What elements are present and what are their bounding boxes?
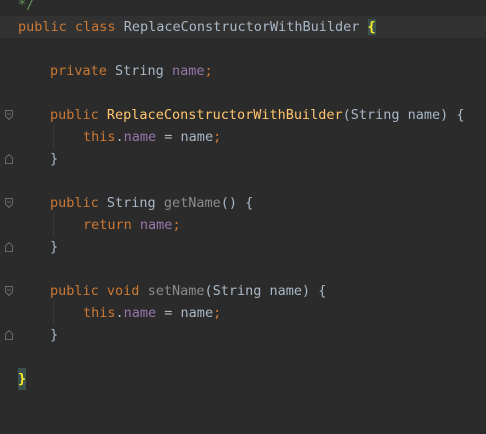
fold-collapse-icon[interactable] xyxy=(5,110,13,120)
type-string: String xyxy=(115,63,164,79)
field-ref: name xyxy=(123,305,157,321)
code-line-constructor[interactable]: public ReplaceConstructorWithBuilder(Str… xyxy=(0,104,486,126)
code-line-comment-end: */ xyxy=(0,0,486,16)
setter-signature: public void setName(String name) { xyxy=(50,283,327,299)
code-line-setter-close[interactable]: } xyxy=(0,324,486,346)
constructor-assignment: this.name = name; xyxy=(83,129,222,145)
getter-signature: public String getName() { xyxy=(50,195,254,211)
field-ref: name xyxy=(123,129,157,145)
fold-end-icon[interactable] xyxy=(5,242,13,252)
matched-open-brace: { xyxy=(367,19,376,35)
code-line-getter-close[interactable]: } xyxy=(0,236,486,258)
constructor-name: ReplaceConstructorWithBuilder xyxy=(106,107,343,123)
indent-guide xyxy=(53,302,54,324)
constructor-params: (String name) { xyxy=(342,107,465,123)
indent-guide xyxy=(53,126,54,148)
getter-close-brace: } xyxy=(50,239,59,255)
keyword-private: private xyxy=(50,63,107,79)
keyword-void: void xyxy=(106,283,140,299)
keyword-return: return xyxy=(83,217,132,233)
keyword-public: public xyxy=(50,195,99,211)
keyword-this: this xyxy=(83,305,116,321)
fold-end-icon[interactable] xyxy=(5,154,13,164)
constructor-signature: public ReplaceConstructorWithBuilder(Str… xyxy=(50,104,465,126)
setter-name: setName xyxy=(147,283,205,299)
indent-guide xyxy=(53,214,54,236)
setter-close-brace: } xyxy=(50,327,59,343)
constructor-close-brace: } xyxy=(50,151,59,167)
class-name: ReplaceConstructorWithBuilder xyxy=(123,19,360,35)
getter-name: getName xyxy=(163,195,221,211)
code-line-constructor-close[interactable]: } xyxy=(0,148,486,170)
code-line-class-declaration[interactable]: public class ReplaceConstructorWithBuild… xyxy=(0,16,486,38)
code-line-getter-body[interactable]: return name; xyxy=(0,214,486,236)
field-ref: name xyxy=(139,217,173,233)
field-name: name xyxy=(171,63,205,79)
code-line-getter[interactable]: public String getName() { xyxy=(0,192,486,214)
keyword-public: public xyxy=(18,19,67,35)
field-declaration: private String name; xyxy=(50,60,213,82)
code-editor[interactable]: */ public class ReplaceConstructorWithBu… xyxy=(0,0,486,400)
keyword-this: this xyxy=(83,129,116,145)
keyword-public: public xyxy=(50,283,99,299)
code-line-field[interactable]: private String name; xyxy=(0,60,486,82)
code-line-setter[interactable]: public void setName(String name) { xyxy=(0,280,486,302)
fold-collapse-icon[interactable] xyxy=(5,198,13,208)
getter-return: return name; xyxy=(83,217,181,233)
semicolon: ; xyxy=(204,63,213,79)
fold-collapse-icon[interactable] xyxy=(5,286,13,296)
keyword-class: class xyxy=(74,19,116,35)
code-line-constructor-body[interactable]: this.name = name; xyxy=(0,126,486,148)
code-line-setter-body[interactable]: this.name = name; xyxy=(0,302,486,324)
comment-end: */ xyxy=(18,0,35,13)
keyword-public: public xyxy=(50,107,99,123)
class-declaration: public class ReplaceConstructorWithBuild… xyxy=(18,16,376,38)
fold-end-icon[interactable] xyxy=(5,330,13,340)
return-type: String xyxy=(106,195,156,211)
setter-assignment: this.name = name; xyxy=(83,305,222,321)
matched-close-brace: } xyxy=(18,368,27,390)
code-line-class-close[interactable]: } xyxy=(0,368,486,390)
